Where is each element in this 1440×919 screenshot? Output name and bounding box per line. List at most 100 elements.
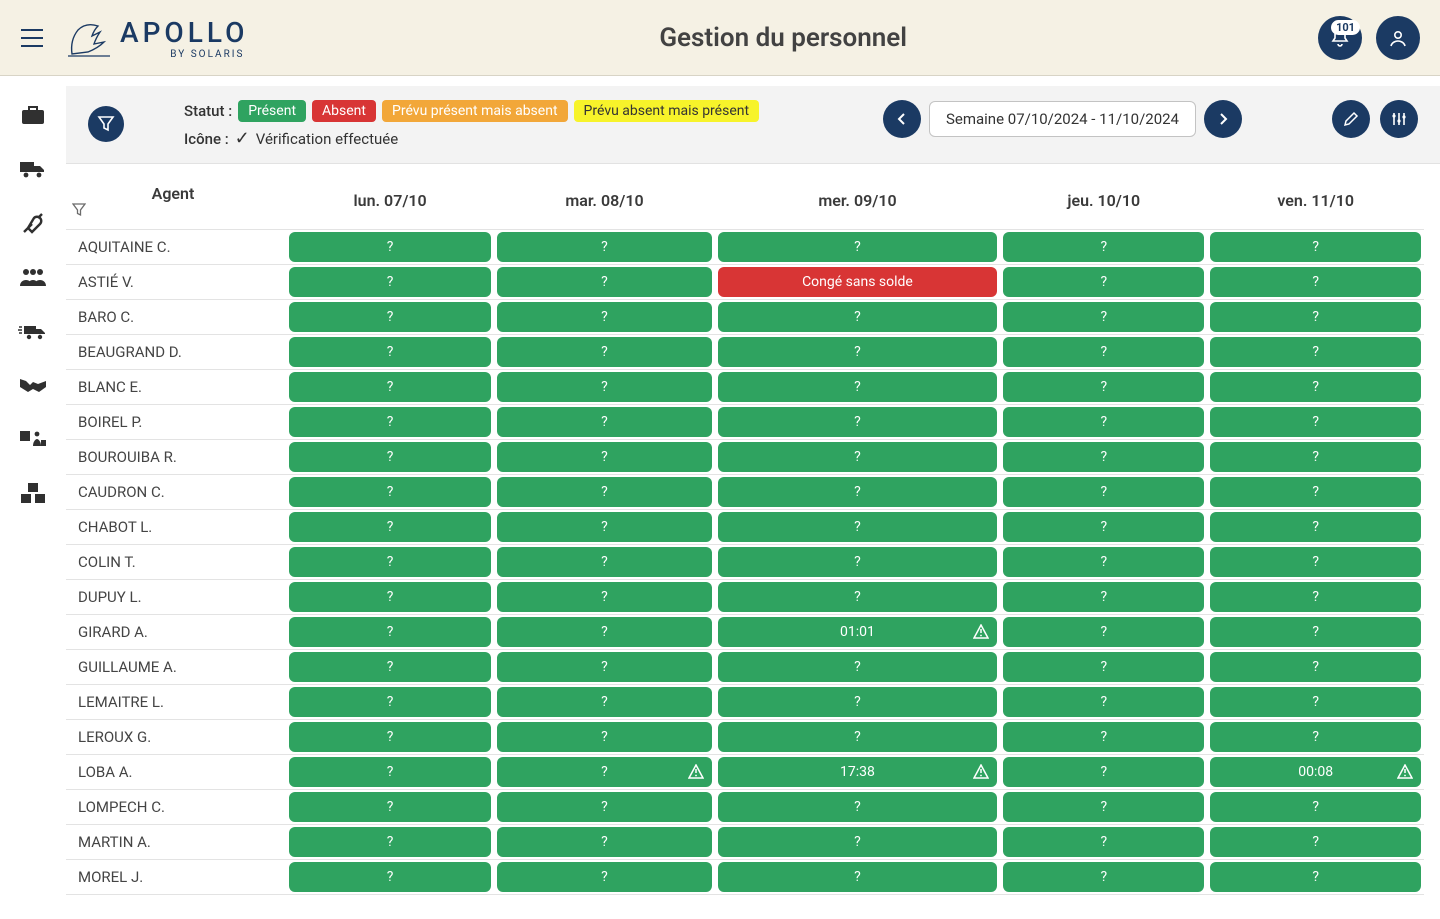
status-cell[interactable]: ? bbox=[289, 862, 491, 892]
status-cell[interactable]: ? bbox=[1210, 337, 1421, 367]
agent-name-cell[interactable]: GIRARD A. bbox=[66, 615, 286, 650]
column-header-day[interactable]: mar. 08/10 bbox=[494, 176, 715, 230]
column-header-day[interactable]: mer. 09/10 bbox=[715, 176, 1000, 230]
status-cell[interactable]: ? bbox=[497, 617, 712, 647]
status-cell[interactable]: ? bbox=[1003, 617, 1204, 647]
status-cell[interactable]: ? bbox=[289, 582, 491, 612]
agent-name-cell[interactable]: BARO C. bbox=[66, 300, 286, 335]
status-cell[interactable]: ? bbox=[1210, 442, 1421, 472]
status-cell[interactable]: ? bbox=[1003, 267, 1204, 297]
status-cell[interactable]: ? bbox=[1210, 407, 1421, 437]
status-cell[interactable]: ? bbox=[1003, 862, 1204, 892]
status-cell[interactable]: ? bbox=[497, 302, 712, 332]
status-cell[interactable]: ? bbox=[289, 267, 491, 297]
status-cell[interactable]: ? bbox=[497, 582, 712, 612]
edit-button[interactable] bbox=[1332, 100, 1370, 138]
agent-name-cell[interactable]: MOREL J. bbox=[66, 860, 286, 895]
status-cell[interactable]: ? bbox=[1210, 512, 1421, 542]
status-cell[interactable]: ? bbox=[289, 477, 491, 507]
status-cell[interactable]: ? bbox=[1210, 862, 1421, 892]
notifications-button[interactable]: 101 bbox=[1318, 16, 1362, 60]
status-cell[interactable]: ? bbox=[497, 372, 712, 402]
agent-name-cell[interactable]: MARTIN A. bbox=[66, 825, 286, 860]
status-cell[interactable]: ? bbox=[497, 792, 712, 822]
column-header-agent[interactable]: Agent bbox=[66, 176, 286, 230]
status-cell[interactable]: ? bbox=[1210, 617, 1421, 647]
status-cell[interactable]: ? bbox=[289, 407, 491, 437]
column-header-day[interactable]: ven. 11/10 bbox=[1207, 176, 1424, 230]
sidebar-item-loading[interactable] bbox=[0, 412, 66, 466]
agent-name-cell[interactable]: ASTIÉ V. bbox=[66, 265, 286, 300]
status-cell[interactable]: ? bbox=[1003, 722, 1204, 752]
status-cell[interactable]: ? bbox=[1003, 687, 1204, 717]
status-cell[interactable]: ? bbox=[1003, 477, 1204, 507]
prev-week-button[interactable] bbox=[883, 100, 921, 138]
agent-name-cell[interactable]: BOUROUIBA R. bbox=[66, 440, 286, 475]
status-cell[interactable]: 00:08 bbox=[1210, 757, 1421, 787]
status-cell[interactable]: ? bbox=[289, 337, 491, 367]
brand-logo[interactable]: APOLLO BY SOLARIS bbox=[64, 16, 248, 60]
status-cell[interactable]: ? bbox=[289, 547, 491, 577]
status-cell[interactable]: ? bbox=[497, 687, 712, 717]
status-cell[interactable]: ? bbox=[718, 827, 997, 857]
status-cell[interactable]: ? bbox=[289, 302, 491, 332]
sidebar-item-delivery[interactable] bbox=[0, 304, 66, 358]
status-cell[interactable]: ? bbox=[1210, 302, 1421, 332]
status-cell[interactable]: ? bbox=[1003, 827, 1204, 857]
status-cell[interactable]: ? bbox=[1003, 757, 1204, 787]
status-cell[interactable]: ? bbox=[497, 477, 712, 507]
status-cell[interactable]: ? bbox=[289, 442, 491, 472]
status-cell[interactable]: ? bbox=[289, 792, 491, 822]
status-cell[interactable]: ? bbox=[718, 652, 997, 682]
status-cell[interactable]: ? bbox=[1210, 477, 1421, 507]
agent-name-cell[interactable]: BOIREL P. bbox=[66, 405, 286, 440]
status-cell[interactable]: ? bbox=[497, 757, 712, 787]
status-cell[interactable]: ? bbox=[1210, 722, 1421, 752]
status-cell[interactable]: ? bbox=[718, 372, 997, 402]
status-cell[interactable]: ? bbox=[1003, 512, 1204, 542]
status-cell[interactable]: ? bbox=[289, 372, 491, 402]
status-cell[interactable]: ? bbox=[718, 302, 997, 332]
agent-name-cell[interactable]: CHABOT L. bbox=[66, 510, 286, 545]
agent-name-cell[interactable]: AQUITAINE C. bbox=[66, 230, 286, 265]
sidebar-item-truck[interactable] bbox=[0, 142, 66, 196]
menu-toggle-button[interactable] bbox=[8, 14, 56, 62]
status-cell[interactable]: ? bbox=[718, 407, 997, 437]
filter-button[interactable] bbox=[88, 106, 124, 142]
status-cell[interactable]: ? bbox=[289, 617, 491, 647]
settings-button[interactable] bbox=[1380, 100, 1418, 138]
status-cell[interactable]: ? bbox=[718, 722, 997, 752]
column-header-day[interactable]: jeu. 10/10 bbox=[1000, 176, 1207, 230]
status-cell[interactable]: ? bbox=[1210, 372, 1421, 402]
status-cell[interactable]: ? bbox=[289, 722, 491, 752]
status-cell[interactable]: 01:01 bbox=[718, 617, 997, 647]
status-cell[interactable]: ? bbox=[1210, 687, 1421, 717]
status-cell[interactable]: ? bbox=[718, 337, 997, 367]
status-cell[interactable]: ? bbox=[1003, 407, 1204, 437]
status-cell[interactable]: ? bbox=[1003, 337, 1204, 367]
status-cell[interactable]: ? bbox=[497, 652, 712, 682]
status-cell[interactable]: ? bbox=[497, 337, 712, 367]
status-cell[interactable]: ? bbox=[1003, 547, 1204, 577]
status-cell[interactable]: ? bbox=[497, 862, 712, 892]
agent-name-cell[interactable]: CAUDRON C. bbox=[66, 475, 286, 510]
status-cell[interactable]: ? bbox=[289, 232, 491, 262]
status-cell[interactable]: ? bbox=[497, 512, 712, 542]
filter-icon[interactable] bbox=[72, 203, 280, 217]
status-cell[interactable]: ? bbox=[718, 687, 997, 717]
status-cell[interactable]: ? bbox=[1003, 372, 1204, 402]
next-week-button[interactable] bbox=[1204, 100, 1242, 138]
status-cell[interactable]: ? bbox=[1210, 232, 1421, 262]
status-cell[interactable]: ? bbox=[497, 547, 712, 577]
status-cell[interactable]: ? bbox=[718, 792, 997, 822]
status-cell[interactable]: ? bbox=[1210, 652, 1421, 682]
sidebar-item-handshake[interactable] bbox=[0, 358, 66, 412]
agent-name-cell[interactable]: LEROUX G. bbox=[66, 720, 286, 755]
status-cell[interactable]: ? bbox=[1210, 582, 1421, 612]
sidebar-item-tools[interactable] bbox=[0, 196, 66, 250]
agent-name-cell[interactable]: BEAUGRAND D. bbox=[66, 335, 286, 370]
status-cell[interactable]: ? bbox=[1210, 827, 1421, 857]
status-cell[interactable]: ? bbox=[289, 512, 491, 542]
status-cell[interactable]: ? bbox=[1003, 442, 1204, 472]
status-cell[interactable]: ? bbox=[1210, 792, 1421, 822]
